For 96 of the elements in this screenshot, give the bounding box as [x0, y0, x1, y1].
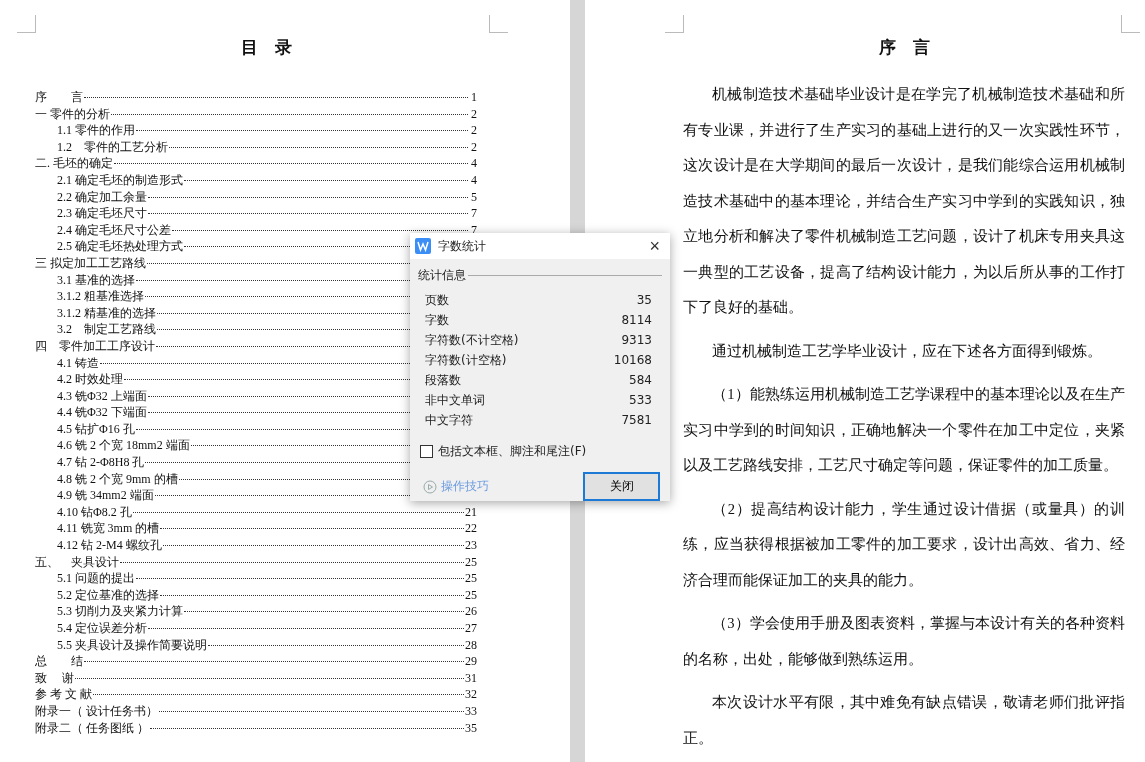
paragraph: 通过机械制造工艺学毕业设计，应在下述各方面得到锻炼。 — [711, 341, 1104, 361]
dialog-title: 字数统计 — [438, 237, 487, 255]
toc-entry: 4.3 铣Φ32 上端面 — [57, 387, 147, 405]
page-number: 5 — [470, 188, 477, 206]
page-number: 1 — [470, 89, 477, 106]
page-number: 29 — [465, 653, 477, 670]
page-number: 32 — [465, 686, 477, 703]
toc-entry: 1.2 零件的工艺分析 — [57, 138, 168, 156]
toc-entry: 一 零件的分析 — [35, 105, 110, 123]
toc-entry: 附录二（ 任务图纸 ） — [35, 719, 149, 737]
toc-entry: 3.1.2 粗基准选择 — [57, 288, 144, 305]
corner-mark — [489, 15, 508, 33]
toc-entry: 1.1 零件的作用 — [57, 122, 135, 139]
page-number: 4 — [470, 171, 477, 189]
toc-entry: 五、 夹具设计 — [35, 553, 119, 571]
toc-entry: 二. 毛坯的确定 — [35, 155, 113, 172]
page-number: 25 — [465, 553, 477, 571]
toc-entry: 序 言 — [35, 89, 83, 106]
page-number: 35 — [465, 719, 477, 737]
toc-entry: 参 考 文 献 — [35, 686, 92, 703]
page-number: 21 — [465, 503, 477, 521]
corner-mark — [1121, 15, 1140, 33]
toc-entry: 4.12 钻 2-M4 螺纹孔 — [57, 537, 162, 554]
toc-entry: 3.2 制定工艺路线 — [57, 321, 156, 338]
toc-entry: 2.3 确定毛坯尺寸 — [57, 205, 147, 222]
toc-title: 目 录 — [240, 37, 292, 59]
page-number: 7 — [470, 205, 477, 222]
stat-value: 9313 — [621, 332, 652, 349]
stat-label: 非中文单词 — [425, 392, 485, 409]
toc-entry: 5.3 切削力及夹紧力计算 — [57, 603, 183, 620]
toc-entry: 4.8 铣 2 个宽 9mm 的槽 — [57, 470, 178, 488]
stat-value: 35 — [636, 292, 652, 309]
stat-value: 7581 — [621, 412, 652, 429]
toc-entry: 总 结 — [35, 653, 83, 670]
stat-label: 字数 — [425, 312, 449, 329]
paragraph: 本次设计水平有限，其中难免有缺点错误，敬请老师们批评指正。 — [683, 693, 1125, 748]
stat-value: 533 — [629, 392, 652, 409]
stat-label: 字符数(计空格) — [425, 352, 507, 369]
preface-title: 序 言 — [878, 37, 930, 59]
paragraph: 机械制造技术基础毕业设计是在学完了机械制造技术基础和所有专业课，并进行了生产实习的基础上进行的又一次实践性环节，这次设计是在大学期间的最后一次设计，是我们能综合运用机械制造技术基础中的基本理论，并结合生产实习中学到的实践知识，独立地分析和解决了零件机械制造工艺问题，设计了机床专用夹具这一典型的工艺设备，提高了结构设计能力，为以后所从事的工作打下了良好的基础。 — [683, 85, 1125, 317]
checkbox[interactable] — [420, 445, 433, 458]
page-number: 25 — [465, 570, 477, 587]
app-icon — [415, 238, 431, 254]
toc-entry: 4.9 铣 34mm2 端面 — [57, 487, 154, 504]
page-number: 4 — [470, 155, 477, 172]
toc-entry: 4.11 铣宽 3mm 的槽 — [57, 520, 160, 538]
toc-entry: 3.1 基准的选择 — [57, 271, 135, 289]
section-label: 统计信息 — [418, 267, 466, 284]
toc-entry: 5.4 定位误差分析 — [57, 620, 147, 637]
toc-entry: 4.10 钻Φ8.2 孔 — [57, 503, 132, 521]
page-number: 2 — [470, 122, 477, 139]
toc-entry: 5.1 问题的提出 — [57, 570, 135, 587]
toc-entry: 四 零件加工工序设计 — [35, 337, 155, 355]
close-button[interactable]: × — [645, 236, 664, 256]
page-number: 7 — [470, 221, 477, 239]
toc-entry: 3.1.2 精基准的选择 — [57, 304, 156, 322]
page-number: 33 — [465, 702, 477, 720]
toc-entry: 4.5 钻扩Φ16 孔 — [57, 420, 135, 438]
page-number: 26 — [465, 603, 477, 620]
stat-value: 584 — [629, 372, 652, 389]
toc-entry: 5.5 夹具设计及操作简要说明 — [57, 636, 207, 654]
paragraph: （2）提高结构设计能力，学生通过设计借据（或量具）的训练，应当获得根据被加工零件的加工要求，设计出高效、省力、经济合理而能保证加工的夹具的能力。 — [683, 499, 1125, 590]
stat-label: 页数 — [425, 292, 449, 309]
toc-entry: 4.2 时效处理 — [57, 371, 123, 388]
stat-label: 字符数(不计空格) — [425, 332, 519, 349]
toc-entry: 致 谢 — [35, 669, 74, 687]
page-number: 28 — [465, 636, 477, 654]
stat-label: 段落数 — [425, 372, 461, 389]
toc-entry: 2.4 确定毛坯尺寸公差 — [57, 221, 171, 239]
toc-entry: 2.1 确定毛坯的制造形式 — [57, 171, 183, 189]
toc-entry: 4.6 铣 2 个宽 18mm2 端面 — [57, 437, 190, 455]
paragraph: （1）能熟练运用机械制造工艺学课程中的基本理论以及在生产实习中学到的时间知识，正确地解决一个零件在加工中定位，夹紧以及工艺路线安排，工艺尺寸确定等问题，保证零件的加工质量。 — [683, 385, 1125, 475]
toc-entry: 2.2 确定加工余量 — [57, 188, 147, 206]
checkbox-label: 包括文本框、脚注和尾注(F) — [438, 443, 587, 460]
page-number: 31 — [465, 669, 477, 687]
stat-value: 8114 — [621, 312, 652, 329]
toc-entry: 5.2 定位基准的选择 — [57, 586, 159, 604]
stat-value: 10168 — [613, 352, 652, 369]
toc-entry: 4.4 铣Φ32 下端面 — [57, 404, 147, 421]
toc-entry: 2.5 确定毛坯热处理方式 — [57, 238, 183, 255]
page-number: 2 — [470, 105, 477, 123]
paragraph: （3）学会使用手册及图表资料，掌握与本设计有关的各种资料的名称，出处，能够做到熟练运用。 — [683, 614, 1125, 669]
toc-entry: 三 拟定加工工艺路线 — [35, 254, 146, 272]
stat-label: 中文字符 — [425, 412, 473, 429]
toc-entry: 4.1 铸造 — [57, 354, 99, 372]
close-dialog-button[interactable]: 关闭 — [583, 472, 660, 501]
toc-entry: 4.7 钻 2-Φ8H8 孔 — [57, 454, 145, 471]
page-number: 22 — [465, 520, 477, 538]
page-number: 27 — [465, 620, 477, 637]
corner-mark — [17, 15, 36, 33]
play-icon — [423, 479, 437, 494]
toc-entry: 附录一（ 设计任务书） — [35, 702, 158, 720]
page-number: 25 — [465, 586, 477, 604]
page-number: 23 — [465, 537, 477, 554]
page-number: 2 — [470, 138, 477, 156]
corner-mark — [665, 15, 684, 33]
